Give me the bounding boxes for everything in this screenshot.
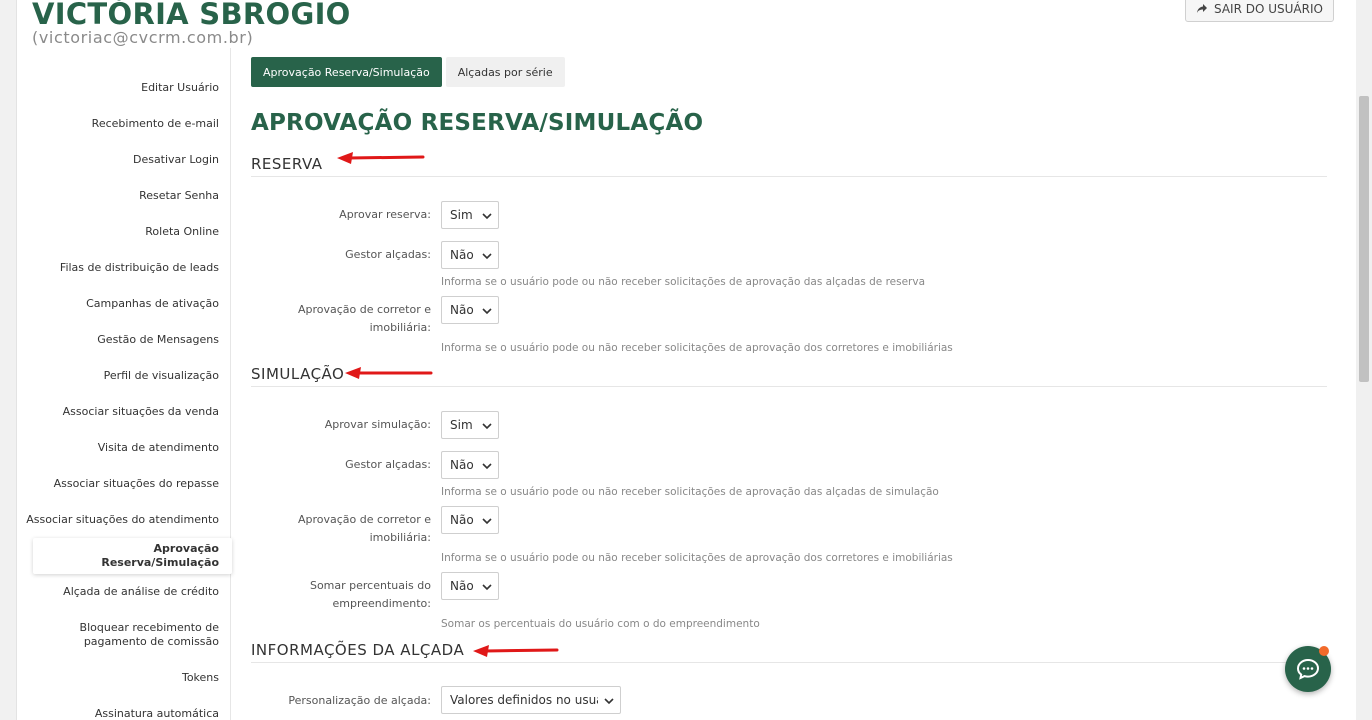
user-panel: VICTÓRIA SBROGIO (victoriac@cvcrm.com.br…: [16, 0, 1358, 720]
annotation-arrow-icon: [337, 152, 425, 164]
sidebar-item-filas-distribuicao[interactable]: Filas de distribuição de leads: [17, 250, 232, 286]
gestor-alcadas-reserva-select[interactable]: Não: [441, 241, 499, 269]
aprovar-simulacao-label: Aprovar simulação:: [324, 418, 431, 431]
share-arrow-icon: [1197, 4, 1207, 13]
gestor-alcadas-reserva-help: Informa se o usuário pode ou não receber…: [441, 276, 926, 288]
section-title-informacoes: INFORMAÇÕES DA ALÇADA: [251, 641, 465, 659]
gestor-alcadas-simulacao-label: Gestor alçadas:: [345, 458, 431, 471]
aprovar-reserva-label: Aprovar reserva:: [339, 208, 431, 221]
aprovar-simulacao-select[interactable]: Sim: [441, 411, 499, 439]
personalizacao-alcada-value: Valores definidos no usuário: [450, 693, 598, 707]
page-scrollbar[interactable]: [1356, 0, 1372, 720]
aprovacao-corretor-simulacao-help: Informa se o usuário pode ou não receber…: [441, 552, 953, 564]
chevron-down-icon: [482, 463, 492, 470]
section-title-reserva: RESERVA: [251, 155, 323, 173]
chevron-down-icon: [604, 698, 614, 705]
annotation-arrow-icon: [345, 367, 433, 379]
gestor-alcadas-simulacao-select[interactable]: Não: [441, 451, 499, 479]
personalizacao-alcada-select[interactable]: Valores definidos no usuário: [441, 686, 621, 714]
aprovacao-corretor-reserva-value: Não: [450, 303, 474, 317]
aprovacao-corretor-simulacao-select[interactable]: Não: [441, 506, 499, 534]
somar-percentuais-help: Somar os percentuais do usuário com o do…: [441, 618, 760, 630]
user-email: (victoriac@cvcrm.com.br): [32, 28, 254, 47]
somar-percentuais-select[interactable]: Não: [441, 572, 499, 600]
chat-bubble-icon: [1296, 658, 1320, 680]
notification-badge: [1319, 646, 1329, 656]
annotation-arrow-icon: [473, 645, 559, 657]
sidebar-item-situacoes-repasse[interactable]: Associar situações do repasse: [17, 466, 232, 502]
somar-percentuais-value: Não: [450, 579, 474, 593]
aprovar-reserva-value: Sim: [450, 208, 473, 222]
aprovacao-corretor-simulacao-value: Não: [450, 513, 474, 527]
sidebar-item-editar-usuario[interactable]: Editar Usuário: [17, 70, 232, 106]
sidebar-item-roleta-online[interactable]: Roleta Online: [17, 214, 232, 250]
sidebar-item-bloquear-comissao[interactable]: Bloquear recebimento de pagamento de com…: [17, 610, 232, 660]
section-title-simulacao: SIMULAÇÃO: [251, 365, 345, 383]
chevron-down-icon: [482, 423, 492, 430]
sidebar-item-situacoes-venda[interactable]: Associar situações da venda: [17, 394, 232, 430]
page-title: APROVAÇÃO RESERVA/SIMULAÇÃO: [251, 110, 704, 136]
chevron-down-icon: [482, 253, 492, 260]
section-divider: [251, 176, 1327, 177]
aprovacao-corretor-reserva-help: Informa se o usuário pode ou não receber…: [441, 342, 953, 354]
aprovar-reserva-select[interactable]: Sim: [441, 201, 499, 229]
tab-alcadas-serie[interactable]: Alçadas por série: [445, 57, 565, 87]
somar-percentuais-label: Somar percentuais do empreendimento:: [309, 579, 431, 610]
sidebar: Editar Usuário Recebimento de e-mail Des…: [17, 70, 232, 720]
sidebar-item-alcada-credito[interactable]: Alçada de análise de crédito: [17, 574, 232, 610]
gestor-alcadas-reserva-value: Não: [450, 248, 474, 262]
exit-user-button[interactable]: SAIR DO USUÁRIO: [1185, 0, 1334, 22]
gestor-alcadas-reserva-label: Gestor alçadas:: [345, 248, 431, 261]
sidebar-item-visita-atendimento[interactable]: Visita de atendimento: [17, 430, 232, 466]
gestor-alcadas-simulacao-value: Não: [450, 458, 474, 472]
aprovacao-corretor-reserva-label: Aprovação de corretor e imobiliária:: [297, 303, 431, 334]
exit-user-label: SAIR DO USUÁRIO: [1214, 2, 1323, 16]
sidebar-item-aprovacao-reserva[interactable]: Aprovação Reserva/Simulação: [33, 538, 232, 574]
tab-aprovacao-reserva[interactable]: Aprovação Reserva/Simulação: [251, 57, 442, 87]
gestor-alcadas-simulacao-help: Informa se o usuário pode ou não receber…: [441, 486, 939, 498]
chevron-down-icon: [482, 518, 492, 525]
chevron-down-icon: [482, 308, 492, 315]
section-divider: [251, 662, 1327, 663]
sidebar-item-assinatura-automatica[interactable]: Assinatura automática: [17, 696, 232, 720]
aprovar-simulacao-value: Sim: [450, 418, 473, 432]
tab-bar: Aprovação Reserva/Simulação Alçadas por …: [251, 57, 565, 87]
section-divider: [251, 386, 1327, 387]
sidebar-item-desativar-login[interactable]: Desativar Login: [17, 142, 232, 178]
sidebar-item-perfil-visualizacao[interactable]: Perfil de visualização: [17, 358, 232, 394]
sidebar-item-situacoes-atendimento[interactable]: Associar situações do atendimento: [17, 502, 232, 538]
sidebar-item-recebimento-email[interactable]: Recebimento de e-mail: [17, 106, 232, 142]
personalizacao-alcada-label: Personalização de alçada:: [288, 694, 431, 707]
aprovacao-corretor-reserva-select[interactable]: Não: [441, 296, 499, 324]
sidebar-item-campanhas-ativacao[interactable]: Campanhas de ativação: [17, 286, 232, 322]
aprovacao-corretor-simulacao-label: Aprovação de corretor e imobiliária:: [297, 513, 431, 544]
sidebar-item-resetar-senha[interactable]: Resetar Senha: [17, 178, 232, 214]
sidebar-item-gestao-mensagens[interactable]: Gestão de Mensagens: [17, 322, 232, 358]
chevron-down-icon: [482, 584, 492, 591]
sidebar-item-tokens[interactable]: Tokens: [17, 660, 232, 696]
chevron-down-icon: [482, 213, 492, 220]
scrollbar-thumb[interactable]: [1359, 96, 1369, 382]
